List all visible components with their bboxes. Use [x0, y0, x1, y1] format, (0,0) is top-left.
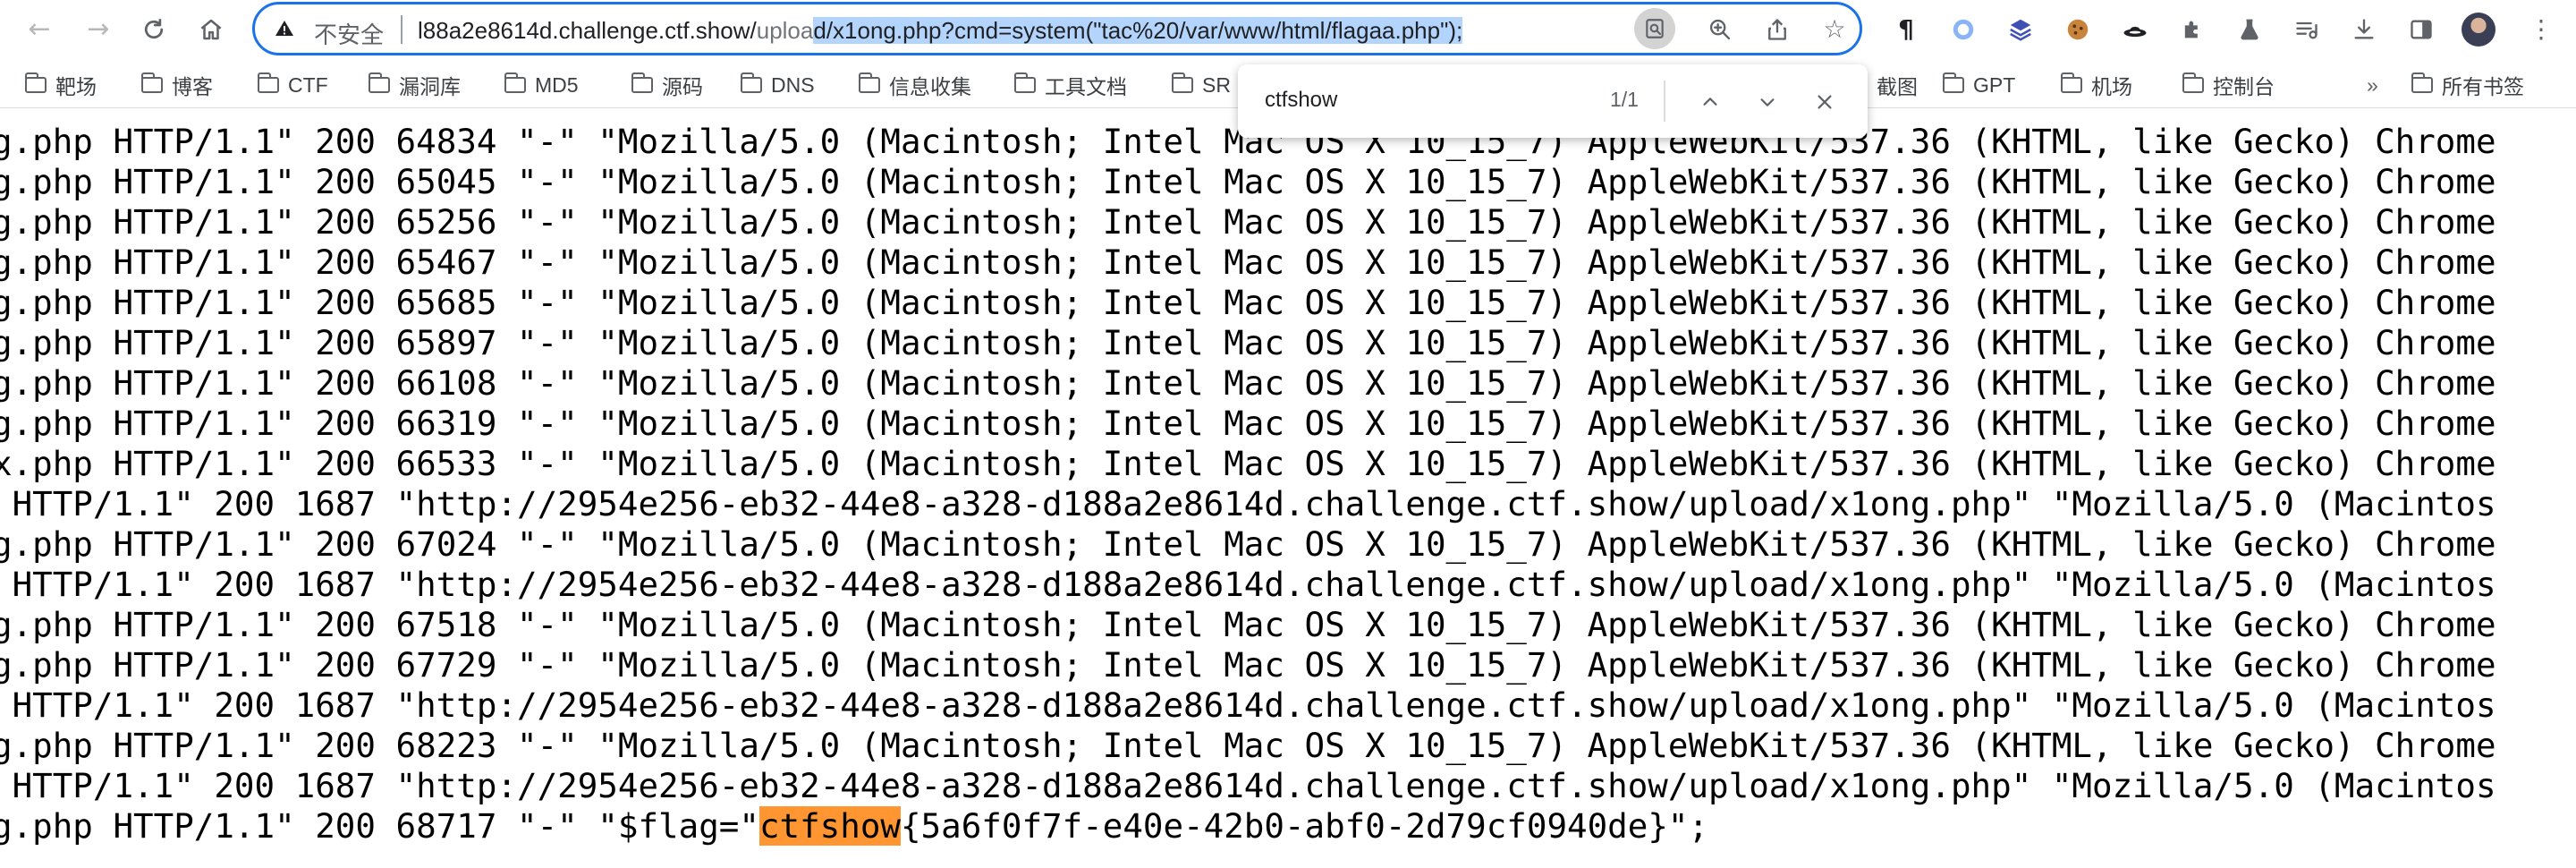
folder-icon — [2182, 72, 2204, 93]
bookmark-folder[interactable]: 工具文档 — [1013, 72, 1127, 98]
bookmark-folder[interactable]: DNS — [740, 72, 815, 98]
log-line: HTTP/1.1" 200 1687 "http://2954e256-eb32… — [0, 565, 2496, 604]
zoom-icon[interactable] — [1701, 11, 1739, 48]
address-bar[interactable]: 不安全 l88a2e8614d.challenge.ctf.show/uploa… — [252, 2, 1862, 55]
all-bookmarks-folder[interactable]: 所有书签 — [2411, 72, 2524, 98]
log-line: HTTP/1.1" 200 1687 "http://2954e256-eb32… — [0, 766, 2496, 805]
folder-icon — [368, 72, 390, 93]
sidepanel-icon[interactable] — [2402, 11, 2440, 48]
bookmark-folder[interactable]: 机场 — [2060, 72, 2132, 98]
flag-line-after: {5a6f0f7f-e40e-42b0-abf0-2d79cf0940de}"; — [900, 806, 1709, 846]
folder-icon — [2411, 72, 2433, 93]
flask-extension-icon[interactable] — [2231, 11, 2268, 48]
flag-log-line: g.php HTTP/1.1" 200 68717 "-" "$flag="ct… — [0, 806, 1708, 847]
log-line: g.php HTTP/1.1" 200 65256 "-" "Mozilla/5… — [0, 202, 2496, 242]
log-line: g.php HTTP/1.1" 200 67024 "-" "Mozilla/5… — [0, 524, 2496, 564]
bookmark-folder[interactable]: GPT — [1942, 72, 2015, 98]
find-bar: ctfshow 1/1 — [1238, 64, 1868, 138]
bookmark-folder[interactable]: MD5 — [504, 72, 579, 98]
folder-icon — [858, 72, 880, 93]
find-bar-divider — [1664, 81, 1665, 122]
folder-icon — [1013, 72, 1036, 93]
hat-extension-icon[interactable] — [2116, 11, 2154, 48]
log-line: HTTP/1.1" 200 1687 "http://2954e256-eb32… — [0, 484, 2496, 523]
url-selected: d/x1ong.php?cmd=system("tac%20/var/www/h… — [813, 17, 1463, 44]
log-content: g.php HTTP/1.1" 200 64834 "-" "Mozilla/5… — [0, 113, 2576, 868]
folder-icon — [504, 72, 526, 93]
circle-extension-icon[interactable] — [1945, 11, 1982, 48]
url-dim: uploa — [756, 17, 814, 44]
log-line: HTTP/1.1" 200 1687 "http://2954e256-eb32… — [0, 685, 2496, 725]
bookmark-folder[interactable]: 靶场 — [24, 72, 97, 98]
folder-icon — [2060, 72, 2082, 93]
security-label[interactable]: 不安全 — [314, 17, 384, 50]
url-prefix: l88a2e8614d.challenge.ctf.show/ — [418, 17, 757, 44]
bookmark-folder[interactable]: SR — [1171, 72, 1231, 98]
layers-extension-icon[interactable] — [2002, 11, 2039, 48]
chevron-down-icon[interactable] — [1750, 84, 1785, 120]
log-line: g.php HTTP/1.1" 200 65045 "-" "Mozilla/5… — [0, 162, 2496, 201]
chevron-up-icon[interactable] — [1692, 84, 1728, 120]
bookmark-folder[interactable]: 截图 — [1877, 72, 1918, 98]
reload-icon[interactable] — [136, 12, 172, 47]
find-match-count: 1/1 — [1610, 88, 1639, 111]
folder-icon — [24, 72, 47, 93]
pilcrow-extension-icon[interactable]: ¶ — [1887, 11, 1925, 48]
log-line: g.php HTTP/1.1" 200 65467 "-" "Mozilla/5… — [0, 243, 2496, 282]
bookmark-folder[interactable]: CTF — [257, 72, 328, 98]
folder-icon — [140, 72, 163, 93]
url-text[interactable]: l88a2e8614d.challenge.ctf.show/upload/x1… — [418, 17, 1463, 45]
folder-icon — [257, 72, 279, 93]
log-line: g.php HTTP/1.1" 200 66108 "-" "Mozilla/5… — [0, 363, 2496, 403]
log-line: x.php HTTP/1.1" 200 66533 "-" "Mozilla/5… — [0, 444, 2496, 483]
folder-icon — [1942, 72, 1964, 93]
bookmark-folder[interactable]: 源码 — [631, 72, 703, 98]
log-line: g.php HTTP/1.1" 200 65685 "-" "Mozilla/5… — [0, 283, 2496, 322]
log-line: g.php HTTP/1.1" 200 68223 "-" "Mozilla/5… — [0, 726, 2496, 765]
puzzle-extensions-icon[interactable] — [2174, 11, 2211, 48]
arrow-left-icon[interactable]: ← — [21, 12, 57, 47]
folder-icon — [740, 72, 762, 93]
log-line: g.php HTTP/1.1" 200 67518 "-" "Mozilla/5… — [0, 605, 2496, 644]
browser-toolbar: ← → 不安全 l88a2e8614d.challenge.ctf.show/u… — [0, 0, 2576, 59]
log-line: g.php HTTP/1.1" 200 66319 "-" "Mozilla/5… — [0, 404, 2496, 443]
omnibox-divider — [401, 15, 402, 44]
profile-avatar[interactable] — [2460, 11, 2497, 48]
reading-list-icon[interactable] — [2288, 11, 2326, 48]
bookmark-folder[interactable]: 控制台 — [2182, 72, 2275, 98]
share-icon[interactable] — [1758, 11, 1796, 48]
close-icon[interactable] — [1807, 84, 1843, 120]
folder-icon — [1171, 72, 1193, 93]
search-in-page-icon[interactable] — [1634, 8, 1675, 49]
find-match-highlight: ctfshow — [758, 806, 901, 846]
folder-icon — [631, 72, 653, 93]
more-menu-icon[interactable]: ⋮ — [2522, 11, 2560, 48]
flag-line-before: g.php HTTP/1.1" 200 68717 "-" "$flag=" — [0, 806, 759, 846]
warning-icon[interactable] — [273, 18, 296, 41]
bookmark-folder[interactable]: 漏洞库 — [368, 72, 461, 98]
bookmark-star-icon[interactable]: ☆ — [1816, 11, 1853, 48]
log-line: g.php HTTP/1.1" 200 67729 "-" "Mozilla/5… — [0, 645, 2496, 685]
home-icon[interactable] — [193, 12, 229, 47]
download-icon[interactable] — [2345, 11, 2383, 48]
arrow-right-icon[interactable]: → — [80, 12, 116, 47]
bookmark-folder[interactable]: 博客 — [140, 72, 213, 98]
bookmarks-overflow-button[interactable]: » — [2367, 72, 2378, 98]
cookie-extension-icon[interactable] — [2059, 11, 2097, 48]
find-input[interactable]: ctfshow — [1265, 88, 1337, 113]
log-line: g.php HTTP/1.1" 200 65897 "-" "Mozilla/5… — [0, 323, 2496, 362]
bookmark-folder[interactable]: 信息收集 — [858, 72, 971, 98]
